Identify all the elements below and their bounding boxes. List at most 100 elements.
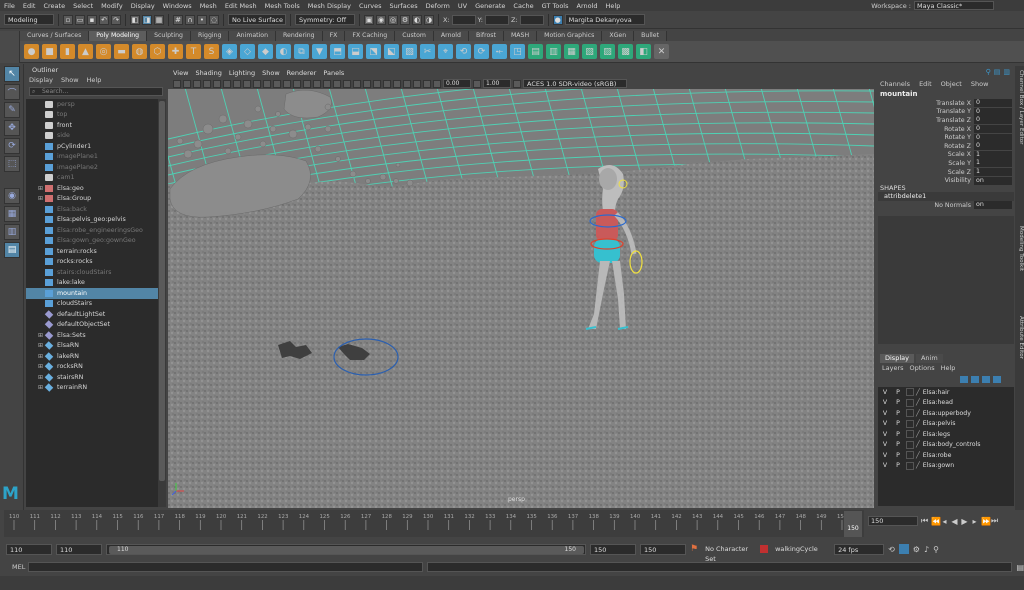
menu-create[interactable]: Create [39, 2, 69, 10]
poly-disc-icon[interactable]: ◍ [132, 44, 147, 59]
layer-row-elsa-gown[interactable]: V P ╱ Elsa:gown [878, 461, 1014, 472]
layer-playback-toggle[interactable]: P [892, 462, 904, 469]
ambient-occlusion-icon[interactable] [363, 79, 371, 88]
textured-icon[interactable] [333, 79, 341, 88]
select-tool-icon[interactable]: ↖ [4, 66, 20, 82]
use-all-lights-icon[interactable] [343, 79, 351, 88]
mountain-terrain[interactable] [168, 154, 874, 508]
playback-end-field[interactable]: 150 [590, 543, 636, 555]
attr-value[interactable]: 0 [974, 107, 1012, 116]
cut-uv-icon[interactable]: ▧ [582, 44, 597, 59]
layer-playback-toggle[interactable]: P [892, 399, 904, 406]
anim-layer-field[interactable]: walkingCycle [772, 544, 830, 555]
channelbox-menu-show[interactable]: Show [971, 80, 989, 90]
exposure-icon[interactable] [433, 79, 441, 88]
channelbox-menu-channels[interactable]: Channels [880, 80, 910, 90]
layer-playback-toggle[interactable]: P [892, 452, 904, 459]
ipr-render-icon[interactable]: ◎ [388, 14, 398, 25]
user-account-dropdown[interactable]: Margita Dekanyova [564, 14, 645, 25]
current-frame-field[interactable]: 150 [868, 516, 918, 526]
tool-settings-icon[interactable]: ⚲ [986, 68, 991, 76]
workspace-dropdown[interactable]: Maya Classic* [914, 1, 994, 10]
select-object-icon[interactable]: ◨ [142, 14, 152, 25]
outliner-item-top[interactable]: top [26, 110, 158, 121]
channelbox-menu-edit[interactable]: Edit [919, 80, 932, 90]
attr-value[interactable]: on [974, 176, 1012, 185]
attribute-editor-icon[interactable]: ▤ [994, 68, 1001, 76]
attr-value[interactable]: 1 [974, 168, 1012, 177]
render-icon[interactable]: ◉ [376, 14, 386, 25]
bevel-icon[interactable]: ⬔ [366, 44, 381, 59]
image-plane-icon[interactable] [203, 79, 211, 88]
mirror-icon[interactable]: ⧉ [294, 44, 309, 59]
layer-menu-layers[interactable]: Layers [882, 364, 904, 372]
viewport-menu-show[interactable]: Show [262, 69, 280, 78]
snap-point-icon[interactable]: • [197, 14, 207, 25]
mel-label[interactable]: MEL [4, 563, 25, 571]
shelf-tab-poly-modeling[interactable]: Poly Modeling [89, 31, 148, 41]
xray-joints-icon[interactable] [413, 79, 421, 88]
poly-type-icon[interactable]: T [186, 44, 201, 59]
outliner-item-terrain-rocks[interactable]: terrain:rocks [26, 246, 158, 257]
redo-icon[interactable]: ↷ [111, 14, 121, 25]
new-layer-from-selection-icon[interactable] [993, 376, 1001, 383]
layer-row-elsa-robe[interactable]: V P ╱ Elsa:robe [878, 450, 1014, 461]
outliner-menu-display[interactable]: Display [29, 76, 53, 86]
layer-row-elsa-upperbody[interactable]: V P ╱ Elsa:upperbody [878, 408, 1014, 419]
viewport-menu-view[interactable]: View [173, 69, 188, 78]
layer-visibility-toggle[interactable]: V [878, 420, 892, 427]
playback-start-field[interactable]: 110 [56, 543, 102, 555]
outliner-item-rocks-rocks[interactable]: rocks:rocks [26, 257, 158, 268]
y-field[interactable] [484, 14, 509, 25]
layer-row-elsa-head[interactable]: V P ╱ Elsa:head [878, 398, 1014, 409]
play-backwards-icon[interactable]: ◀ [951, 517, 958, 526]
range-slider-track[interactable]: 110 150 [106, 543, 586, 555]
shelf-tab-sculpting[interactable]: Sculpting [147, 31, 191, 41]
outliner-scrollbar[interactable] [158, 99, 166, 507]
isolate-select-icon[interactable] [393, 79, 401, 88]
shelf-tab-animation[interactable]: Animation [229, 31, 276, 41]
layer-menu-options[interactable]: Options [910, 364, 935, 372]
menu-gt-tools[interactable]: GT Tools [538, 2, 573, 10]
layer-visibility-toggle[interactable]: V [878, 441, 892, 448]
gamma-icon[interactable] [473, 79, 481, 88]
menu-help[interactable]: Help [602, 2, 625, 10]
perspective-viewport[interactable] [168, 89, 874, 508]
layer-visibility-toggle[interactable]: V [878, 452, 892, 459]
default-material-icon[interactable] [313, 79, 321, 88]
step-back-frame-icon[interactable]: ◂ [941, 517, 948, 526]
play-forwards-icon[interactable]: ▶ [961, 517, 968, 526]
outliner-item-elsa-gown-geo-gowngeo[interactable]: Elsa:gown_geo:gownGeo [26, 236, 158, 247]
svg-icon[interactable]: S [204, 44, 219, 59]
range-slider-thumb[interactable]: 110 150 [109, 545, 584, 554]
snap-grid-icon[interactable]: # [173, 14, 183, 25]
move-tool-icon[interactable]: ✥ [4, 120, 20, 136]
menu-mesh[interactable]: Mesh [196, 2, 221, 10]
outliner-menu-show[interactable]: Show [61, 76, 79, 86]
time-slider[interactable]: 110 111 112 113 114 115 116 117 118 119 120 121 122 1… [4, 510, 864, 537]
snap-surface-icon[interactable]: ◌ [209, 14, 219, 25]
outliner-item-elsa-back[interactable]: Elsa:back [26, 204, 158, 215]
no-normals-value[interactable]: on [974, 201, 1012, 210]
single-view-icon[interactable]: ◉ [4, 188, 20, 204]
poly-cube-icon[interactable]: ■ [42, 44, 57, 59]
viewport-menu-renderer[interactable]: Renderer [287, 69, 317, 78]
exposure-field[interactable]: 0.00 [443, 79, 471, 88]
outliner-item-elsa-geo[interactable]: ⊞ Elsa:geo [26, 183, 158, 194]
layer-visibility-toggle[interactable]: V [878, 462, 892, 469]
layer-color-swatch[interactable] [906, 440, 914, 449]
unfold-icon[interactable]: ▩ [618, 44, 633, 59]
shape-node-name[interactable]: attribdelete1 [878, 192, 1014, 201]
field-chart-icon[interactable] [273, 79, 281, 88]
expand-icon[interactable]: ⊞ [38, 185, 45, 192]
fill-hole-icon[interactable]: ▧ [402, 44, 417, 59]
layer-color-swatch[interactable] [906, 409, 914, 418]
camera-attributes-icon[interactable] [183, 79, 191, 88]
x-field[interactable] [451, 14, 476, 25]
layer-row-elsa-body-controls[interactable]: V P ╱ Elsa:body_controls [878, 440, 1014, 451]
layer-color-swatch[interactable] [906, 430, 914, 439]
layer-visibility-toggle[interactable]: V [878, 431, 892, 438]
gate-mask-icon[interactable] [263, 79, 271, 88]
outliner-item-defaultlightset[interactable]: defaultLightSet [26, 309, 158, 320]
attr-value[interactable]: 0 [974, 133, 1012, 142]
